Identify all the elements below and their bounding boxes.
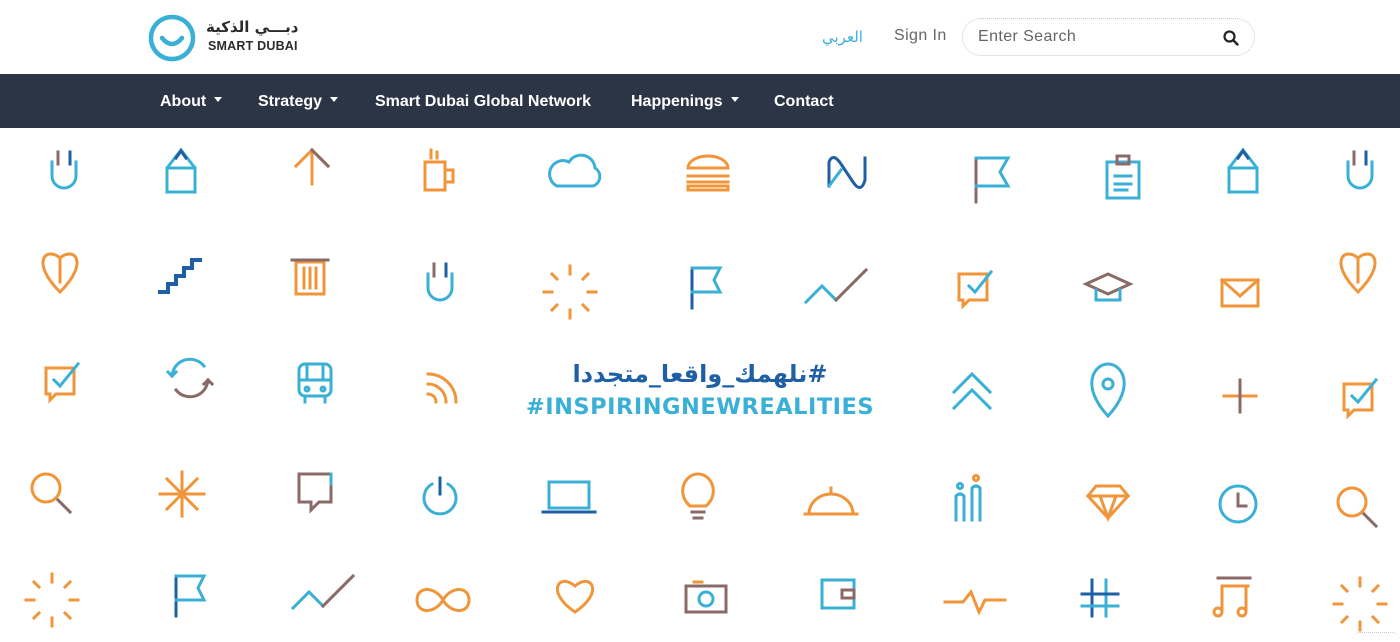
hashtag-english: #INSPIRINGNEWREALITIES <box>525 394 875 420</box>
chevrons-up-icon <box>951 371 993 411</box>
nav-item-label: Contact <box>774 93 834 110</box>
logo-arabic-text: دبـــي الذكية <box>206 18 299 36</box>
arabic-language-link[interactable]: العربي <box>822 28 863 46</box>
infinity-wave-icon <box>826 156 867 189</box>
asterisk-icon <box>158 470 206 518</box>
plus-icon <box>1222 378 1258 414</box>
plug-icon <box>426 262 454 302</box>
pencil-icon <box>1227 147 1259 194</box>
infinity-icon <box>415 588 471 612</box>
music-note-icon <box>1212 576 1252 618</box>
clock-icon <box>1218 484 1258 524</box>
checkbox-icon <box>44 361 81 404</box>
chat-bubble-icon <box>297 472 333 514</box>
cloche-icon <box>803 486 859 516</box>
main-navigation: About Strategy Smart Dubai Global Networ… <box>0 74 1400 128</box>
hero-icon-banner: #نلهمك_واقعا_متجددا #INSPIRINGNEWREALITI… <box>0 128 1400 642</box>
diamond-icon <box>1086 484 1130 523</box>
flag-icon <box>174 574 207 618</box>
smart-dubai-logo[interactable]: دبـــي الذكية SMART DUBAI <box>148 14 308 62</box>
top-header: دبـــي الذكية SMART DUBAI العربي Sign In <box>0 0 1400 74</box>
search-input[interactable] <box>978 25 1208 49</box>
location-pin-icon <box>1090 362 1126 419</box>
trend-line-icon <box>803 267 869 305</box>
pencil-icon <box>165 147 197 194</box>
hashtag-arabic: #نلهمك_واقعا_متجددا <box>572 360 828 388</box>
caret-down-icon <box>214 97 223 103</box>
caret-down-icon <box>330 97 339 103</box>
nav-item-global-network[interactable]: Smart Dubai Global Network <box>375 93 591 111</box>
heart-icon <box>555 579 595 614</box>
envelope-icon <box>1219 277 1261 308</box>
scroll-indicator <box>1352 632 1400 642</box>
arrow-up-icon <box>293 147 331 186</box>
plug-icon <box>1346 150 1374 190</box>
search-box <box>962 18 1255 56</box>
stairs-icon <box>158 258 202 294</box>
trend-line-icon <box>290 573 356 611</box>
wallet-icon <box>820 578 856 610</box>
camera-icon <box>684 580 728 614</box>
nav-item-about[interactable]: About <box>160 93 223 111</box>
nav-item-contact[interactable]: Contact <box>774 93 834 111</box>
logo-english-text: SMART DUBAI <box>208 39 298 53</box>
sunburst-icon <box>542 264 598 320</box>
cloud-icon <box>548 153 602 188</box>
checkbox-icon <box>1342 377 1379 420</box>
hashtag-grid-icon <box>1080 578 1120 618</box>
nav-item-label: Strategy <box>258 93 323 110</box>
checkbox-icon <box>957 269 994 310</box>
trash-icon <box>290 258 330 296</box>
sign-in-link[interactable]: Sign In <box>894 27 947 45</box>
nav-item-happenings[interactable]: Happenings <box>631 93 739 111</box>
nav-item-label: About <box>160 93 207 110</box>
search-icon[interactable] <box>1222 29 1240 47</box>
burger-icon <box>686 154 730 192</box>
flag-icon <box>974 156 1011 204</box>
search-icon <box>30 472 73 515</box>
search-icon <box>1336 486 1379 529</box>
nav-item-label: Smart Dubai Global Network <box>375 93 592 110</box>
nav-item-strategy[interactable]: Strategy <box>258 93 339 111</box>
power-icon <box>422 476 458 516</box>
plug-icon <box>50 150 78 190</box>
sunburst-icon <box>24 572 80 628</box>
clipboard-icon <box>1105 154 1141 200</box>
pulse-icon <box>943 589 1007 616</box>
caret-down-icon <box>730 97 739 103</box>
refresh-icon <box>165 357 215 399</box>
graduation-cap-icon <box>1082 272 1134 302</box>
bus-icon <box>297 362 333 404</box>
lightbulb-icon <box>681 472 715 520</box>
people-icon <box>954 474 982 522</box>
smile-circle-icon <box>148 14 196 62</box>
location-petal-icon <box>41 252 79 295</box>
sunburst-icon <box>1332 576 1388 632</box>
flag-icon <box>690 266 723 310</box>
mug-icon <box>423 148 455 192</box>
laptop-icon <box>541 480 597 514</box>
location-petal-icon <box>1339 252 1377 295</box>
rss-icon <box>426 372 458 404</box>
nav-item-label: Happenings <box>631 93 723 110</box>
